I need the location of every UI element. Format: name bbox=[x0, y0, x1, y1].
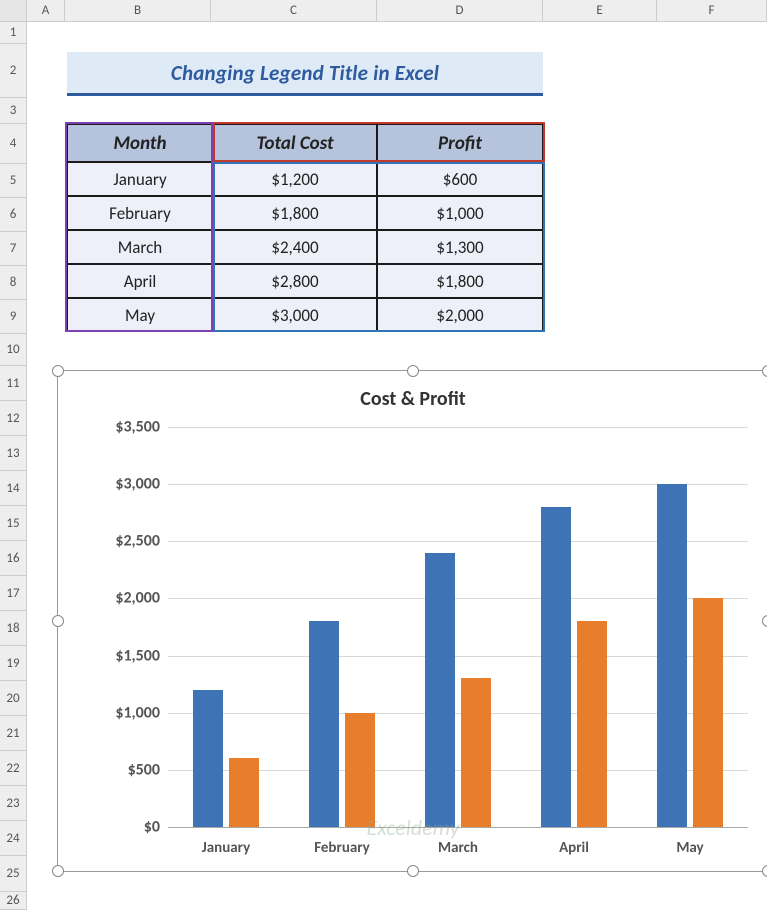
col-E[interactable]: E bbox=[543, 0, 657, 21]
column-headers[interactable]: A B C D E F bbox=[0, 0, 767, 22]
cell-cost[interactable]: $2,400 bbox=[213, 230, 377, 264]
col-A[interactable]: A bbox=[27, 0, 65, 21]
chart-object[interactable]: Cost & Profit $0 $500 $1,000 $1,500 $2,000 $2… bbox=[57, 370, 767, 872]
chart-x-label: February bbox=[284, 839, 400, 857]
col-C[interactable]: C bbox=[211, 0, 377, 21]
row-21[interactable]: 21 bbox=[0, 716, 26, 751]
row-5[interactable]: 5 bbox=[0, 164, 26, 198]
chart-y-label: $1,000 bbox=[88, 703, 160, 722]
row-3[interactable]: 3 bbox=[0, 98, 26, 124]
resize-handle[interactable] bbox=[407, 365, 419, 377]
chart-bar-profit[interactable] bbox=[345, 713, 375, 827]
chart-bar-profit[interactable] bbox=[229, 758, 259, 827]
chart-y-label: $2,000 bbox=[88, 589, 160, 608]
page-title: Changing Legend Title in Excel bbox=[67, 52, 543, 96]
chart-bar-group: March bbox=[400, 427, 516, 827]
chart-plot-area[interactable]: $0$500$1,000$1,500$2,000$2,500$3,000$3,5… bbox=[88, 427, 748, 827]
chart-y-label: $0 bbox=[88, 818, 160, 837]
cell-cost[interactable]: $1,800 bbox=[213, 196, 377, 230]
row-11[interactable]: 11 bbox=[0, 366, 26, 401]
data-table[interactable]: Month Total Cost Profit January$1,200$60… bbox=[67, 124, 543, 332]
chart-bar-cost[interactable] bbox=[193, 690, 223, 827]
resize-handle[interactable] bbox=[407, 865, 419, 877]
row-18[interactable]: 18 bbox=[0, 611, 26, 646]
chart-bar-cost[interactable] bbox=[425, 553, 455, 827]
chart-bar-profit[interactable] bbox=[577, 621, 607, 827]
row-17[interactable]: 17 bbox=[0, 576, 26, 611]
chart-x-label: April bbox=[516, 839, 632, 857]
row-24[interactable]: 24 bbox=[0, 821, 26, 856]
cell-month[interactable]: February bbox=[67, 196, 213, 230]
chart-bar-group: April bbox=[516, 427, 632, 827]
row-22[interactable]: 22 bbox=[0, 751, 26, 786]
chart-x-label: March bbox=[400, 839, 516, 857]
cell-profit[interactable]: $1,300 bbox=[377, 230, 543, 264]
row-7[interactable]: 7 bbox=[0, 232, 26, 266]
cell-profit[interactable]: $2,000 bbox=[377, 298, 543, 332]
resize-handle[interactable] bbox=[52, 615, 64, 627]
row-4[interactable]: 4 bbox=[0, 124, 26, 164]
row-19[interactable]: 19 bbox=[0, 646, 26, 681]
row-9[interactable]: 9 bbox=[0, 300, 26, 334]
chart-x-label: January bbox=[168, 839, 284, 857]
row-headers[interactable]: 1 2 3 4 5 6 7 8 9 10 11 12 13 14 15 16 1… bbox=[0, 22, 27, 910]
chart-y-label: $1,500 bbox=[88, 646, 160, 665]
chart-bar-cost[interactable] bbox=[657, 484, 687, 827]
col-F[interactable]: F bbox=[657, 0, 767, 21]
chart-bar-group: May bbox=[632, 427, 748, 827]
header-cost[interactable]: Total Cost bbox=[213, 124, 377, 162]
row-12[interactable]: 12 bbox=[0, 401, 26, 436]
resize-handle[interactable] bbox=[52, 865, 64, 877]
col-B[interactable]: B bbox=[65, 0, 211, 21]
chart-gridline bbox=[168, 827, 748, 828]
row-15[interactable]: 15 bbox=[0, 506, 26, 541]
chart-bar-cost[interactable] bbox=[309, 621, 339, 827]
cell-cost[interactable]: $3,000 bbox=[213, 298, 377, 332]
row-6[interactable]: 6 bbox=[0, 198, 26, 232]
row-10[interactable]: 10 bbox=[0, 334, 26, 366]
cell-cost[interactable]: $1,200 bbox=[213, 162, 377, 196]
resize-handle[interactable] bbox=[762, 615, 767, 627]
resize-handle[interactable] bbox=[762, 365, 767, 377]
row-25[interactable]: 25 bbox=[0, 856, 26, 892]
chart-x-label: May bbox=[632, 839, 748, 857]
row-8[interactable]: 8 bbox=[0, 266, 26, 300]
cell-cost[interactable]: $2,800 bbox=[213, 264, 377, 298]
row-23[interactable]: 23 bbox=[0, 786, 26, 821]
col-D[interactable]: D bbox=[377, 0, 543, 21]
resize-handle[interactable] bbox=[52, 365, 64, 377]
cell-month[interactable]: March bbox=[67, 230, 213, 264]
cell-profit[interactable]: $1,000 bbox=[377, 196, 543, 230]
row-26[interactable]: 26 bbox=[0, 892, 26, 910]
resize-handle[interactable] bbox=[762, 865, 767, 877]
header-month[interactable]: Month bbox=[67, 124, 213, 162]
chart-bar-profit[interactable] bbox=[693, 598, 723, 827]
cell-month[interactable]: January bbox=[67, 162, 213, 196]
chart-title[interactable]: Cost & Profit bbox=[58, 371, 767, 417]
chart-y-label: $3,000 bbox=[88, 475, 160, 494]
chart-bar-cost[interactable] bbox=[541, 507, 571, 827]
select-all-corner[interactable] bbox=[0, 0, 27, 21]
chart-y-label: $500 bbox=[88, 760, 160, 779]
chart-y-label: $2,500 bbox=[88, 532, 160, 551]
chart-bar-group: February bbox=[284, 427, 400, 827]
row-1[interactable]: 1 bbox=[0, 22, 26, 44]
cell-month[interactable]: April bbox=[67, 264, 213, 298]
cell-profit[interactable]: $600 bbox=[377, 162, 543, 196]
row-14[interactable]: 14 bbox=[0, 471, 26, 506]
row-2[interactable]: 2 bbox=[0, 44, 26, 98]
chart-bars: JanuaryFebruaryMarchAprilMay bbox=[168, 427, 748, 827]
row-13[interactable]: 13 bbox=[0, 436, 26, 471]
row-16[interactable]: 16 bbox=[0, 541, 26, 576]
header-profit[interactable]: Profit bbox=[377, 124, 543, 162]
row-20[interactable]: 20 bbox=[0, 681, 26, 716]
cell-profit[interactable]: $1,800 bbox=[377, 264, 543, 298]
page-title-text: Changing Legend Title in Excel bbox=[171, 60, 439, 86]
chart-bar-profit[interactable] bbox=[461, 678, 491, 827]
chart-y-label: $3,500 bbox=[88, 418, 160, 437]
cell-month[interactable]: May bbox=[67, 298, 213, 332]
chart-bar-group: January bbox=[168, 427, 284, 827]
